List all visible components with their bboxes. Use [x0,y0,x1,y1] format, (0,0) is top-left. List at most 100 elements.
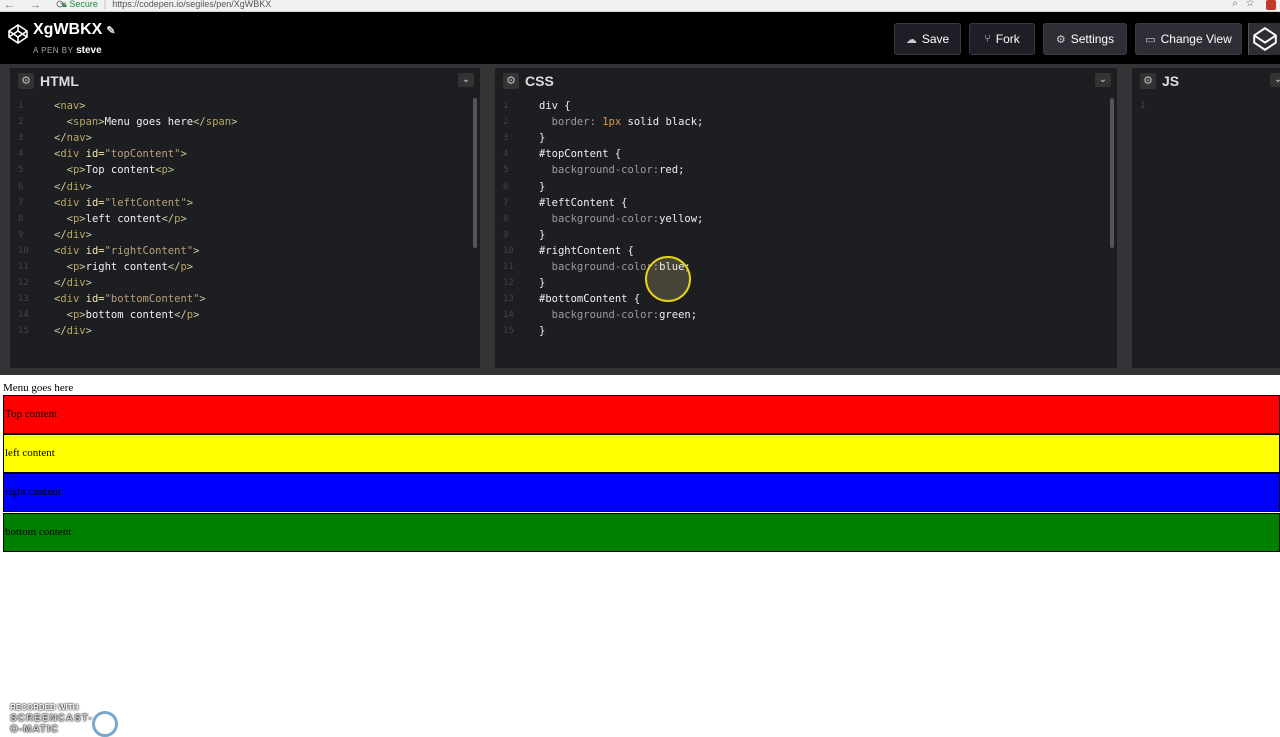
codepen-header: XgWBKX ✎ A PEN BY steve ☁ Save ⑂ Fork ⚙ Sett… [0,12,1280,64]
code-text[interactable]: </div> [54,227,92,243]
url-text[interactable]: https://codepen.io/segiles/pen/XgWBKX [112,0,271,9]
user-avatar[interactable] [1248,23,1280,55]
change-view-button[interactable]: ▭ Change View [1135,23,1242,55]
line-number: 9 [18,229,24,240]
line-number: 2 [18,117,24,128]
code-text[interactable]: } [539,227,545,243]
line-number: 6 [18,181,24,192]
js-panel-title: JS [1162,73,1180,89]
css-panel-header: ⚙ CSS ⌄ [495,68,1117,94]
fork-button[interactable]: ⑂ Fork [969,23,1035,55]
menu-text: Menu goes here [3,382,74,394]
chevron-down-icon[interactable]: ⌄ [1270,73,1280,87]
html-scrollbar[interactable] [473,98,477,248]
change-view-label: Change View [1160,32,1232,46]
save-button[interactable]: ☁ Save [894,23,961,55]
code-text[interactable]: <div id="rightContent"> [54,243,199,259]
code-text[interactable]: <p>right content</p> [54,259,193,275]
extension-icon[interactable] [1266,0,1276,10]
line-number: 12 [503,278,514,289]
code-text[interactable]: } [539,275,545,291]
line-number: 12 [18,278,29,289]
code-text[interactable]: #rightContent { [539,243,634,259]
code-text[interactable]: } [539,323,545,339]
pen-by-prefix: A PEN BY [33,46,74,55]
js-code[interactable]: 1 [1132,94,1280,368]
line-number: 4 [18,149,24,160]
code-text[interactable]: background-color:yellow; [539,211,704,227]
pen-title-text[interactable]: XgWBKX [33,21,102,38]
code-text[interactable]: <div id="leftContent"> [54,195,193,211]
pen-title[interactable]: XgWBKX ✎ [33,21,116,39]
line-number: 4 [503,149,509,160]
line-number: 7 [503,197,509,208]
code-text[interactable]: <p>Top content<p> [54,162,175,178]
code-text[interactable]: } [539,130,545,146]
edit-pencil-icon[interactable]: ✎ [106,25,115,37]
line-number: 1 [18,101,24,111]
code-text[interactable]: #topContent { [539,146,621,162]
line-number: 3 [503,133,509,144]
line-number: 1 [503,101,509,111]
line-number: 6 [503,181,509,192]
code-text[interactable]: #leftContent { [539,195,628,211]
watermark-line1: RECORDED WITH [10,703,79,712]
css-scrollbar[interactable] [1110,98,1114,248]
code-text[interactable]: background-color:green; [539,307,697,323]
pen-author-line: A PEN BY steve [33,45,102,56]
html-editor-panel[interactable]: ⚙ HTML ⌄ 1 <nav> 2 <span>Menu goes here</s… [10,68,480,368]
chevron-down-icon[interactable]: ⌄ [1095,73,1111,87]
line-number: 11 [503,262,514,272]
code-text[interactable]: <div id="topContent"> [54,146,187,162]
content-block: left content [3,434,1280,473]
line-number: 10 [18,245,29,256]
code-text[interactable]: </div> [54,323,92,339]
html-code[interactable]: 1 <nav> 2 <span>Menu goes here</span> 3 </na… [10,94,480,368]
line-number: 15 [18,326,29,337]
gear-icon[interactable]: ⚙ [1140,73,1156,89]
line-number: 3 [18,133,24,144]
content-block: bottom content [3,513,1280,552]
chevron-down-icon[interactable]: ⌄ [458,73,474,87]
code-text[interactable]: <nav> [54,98,86,114]
gear-icon[interactable]: ⚙ [503,73,519,89]
line-number: 1 [1140,101,1146,111]
code-text[interactable]: </nav> [54,130,92,146]
js-editor-panel[interactable]: ⚙ JS ⌄ 1 [1132,68,1280,368]
code-text[interactable]: </div> [54,275,92,291]
content-block: Top content [3,395,1280,434]
fork-icon: ⑂ [984,33,991,45]
code-text[interactable]: div { [539,98,571,114]
codepen-logo-icon[interactable] [8,24,28,44]
code-text[interactable]: background-color:red; [539,162,685,178]
layout-icon: ▭ [1145,33,1156,46]
browser-tools-icons[interactable]: ⌕☆ [1232,0,1262,9]
content-block-label: right content [5,486,61,498]
line-number: 7 [18,197,24,208]
code-text[interactable]: } [539,179,545,195]
line-number: 13 [503,294,514,305]
browser-toolbar: ← → ⟳ 🔒︎ Secure | https://codepen.io/segil… [0,0,1280,12]
line-number: 10 [503,245,514,256]
settings-button[interactable]: ⚙ Settings [1043,23,1127,55]
line-number: 8 [18,213,24,224]
content-block-label: bottom content [5,526,72,538]
author-link[interactable]: steve [76,45,102,56]
settings-label: Settings [1070,32,1115,46]
code-text[interactable]: border: 1px solid black; [539,114,704,130]
codepen-avatar-icon [1253,27,1277,51]
line-number: 2 [503,117,509,128]
code-text[interactable]: <p>left content</p> [54,211,187,227]
code-text[interactable]: </div> [54,179,92,195]
css-editor-panel[interactable]: ⚙ CSS ⌄ 1 div { 2 border: 1px solid black;… [495,68,1117,368]
content-block-label: Top content [5,408,58,420]
code-text[interactable]: #bottomContent { [539,291,640,307]
gear-icon[interactable]: ⚙ [18,73,34,89]
address-bar[interactable]: 🔒︎ Secure | https://codepen.io/segiles/pen… [62,0,271,10]
css-code[interactable]: 1 div { 2 border: 1px solid black; 3} 4 #topC… [495,94,1117,368]
code-text[interactable]: <div id="bottomContent"> [54,291,206,307]
code-text[interactable]: <p>bottom content</p> [54,307,200,323]
code-text[interactable]: <span>Menu goes here</span> [54,114,238,130]
secure-label: Secure [69,0,98,9]
gear-icon: ⚙ [1055,33,1066,46]
